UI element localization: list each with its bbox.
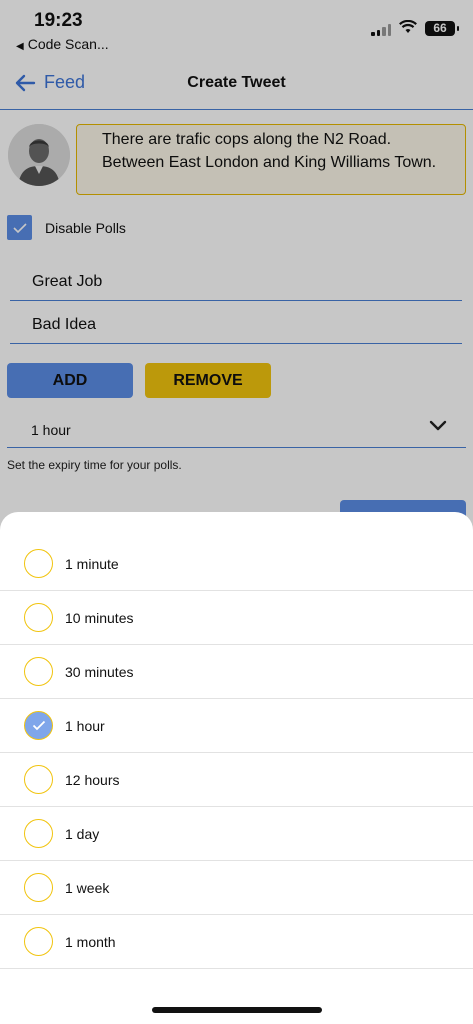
- radio-button[interactable]: [24, 927, 53, 956]
- sheet-option-label: 1 week: [65, 879, 110, 896]
- home-indicator[interactable]: [152, 1007, 322, 1013]
- sheet-option[interactable]: 1 day: [0, 807, 473, 861]
- sheet-option[interactable]: 1 week: [0, 861, 473, 915]
- radio-button[interactable]: [24, 765, 53, 794]
- radio-button[interactable]: [24, 603, 53, 632]
- sheet-option[interactable]: 1 month: [0, 915, 473, 969]
- sheet-option[interactable]: 1 hour: [0, 699, 473, 753]
- sheet-option-label: 1 day: [65, 825, 100, 842]
- checkmark-icon: [32, 720, 45, 731]
- sheet-option-label: 12 hours: [65, 771, 120, 788]
- sheet-option[interactable]: 30 minutes: [0, 645, 473, 699]
- sheet-option-label: 30 minutes: [65, 663, 134, 680]
- radio-button[interactable]: [24, 819, 53, 848]
- radio-button[interactable]: [24, 657, 53, 686]
- sheet-option[interactable]: 12 hours: [0, 753, 473, 807]
- radio-button[interactable]: [24, 549, 53, 578]
- sheet-option-label: 10 minutes: [65, 609, 134, 626]
- radio-button-selected[interactable]: [24, 711, 53, 740]
- sheet-option-label: 1 month: [65, 933, 116, 950]
- sheet-option-label: 1 minute: [65, 555, 119, 572]
- sheet-option-label: 1 hour: [65, 717, 105, 734]
- radio-button[interactable]: [24, 873, 53, 902]
- sheet-option[interactable]: 1 minute: [0, 537, 473, 591]
- sheet-option[interactable]: 10 minutes: [0, 591, 473, 645]
